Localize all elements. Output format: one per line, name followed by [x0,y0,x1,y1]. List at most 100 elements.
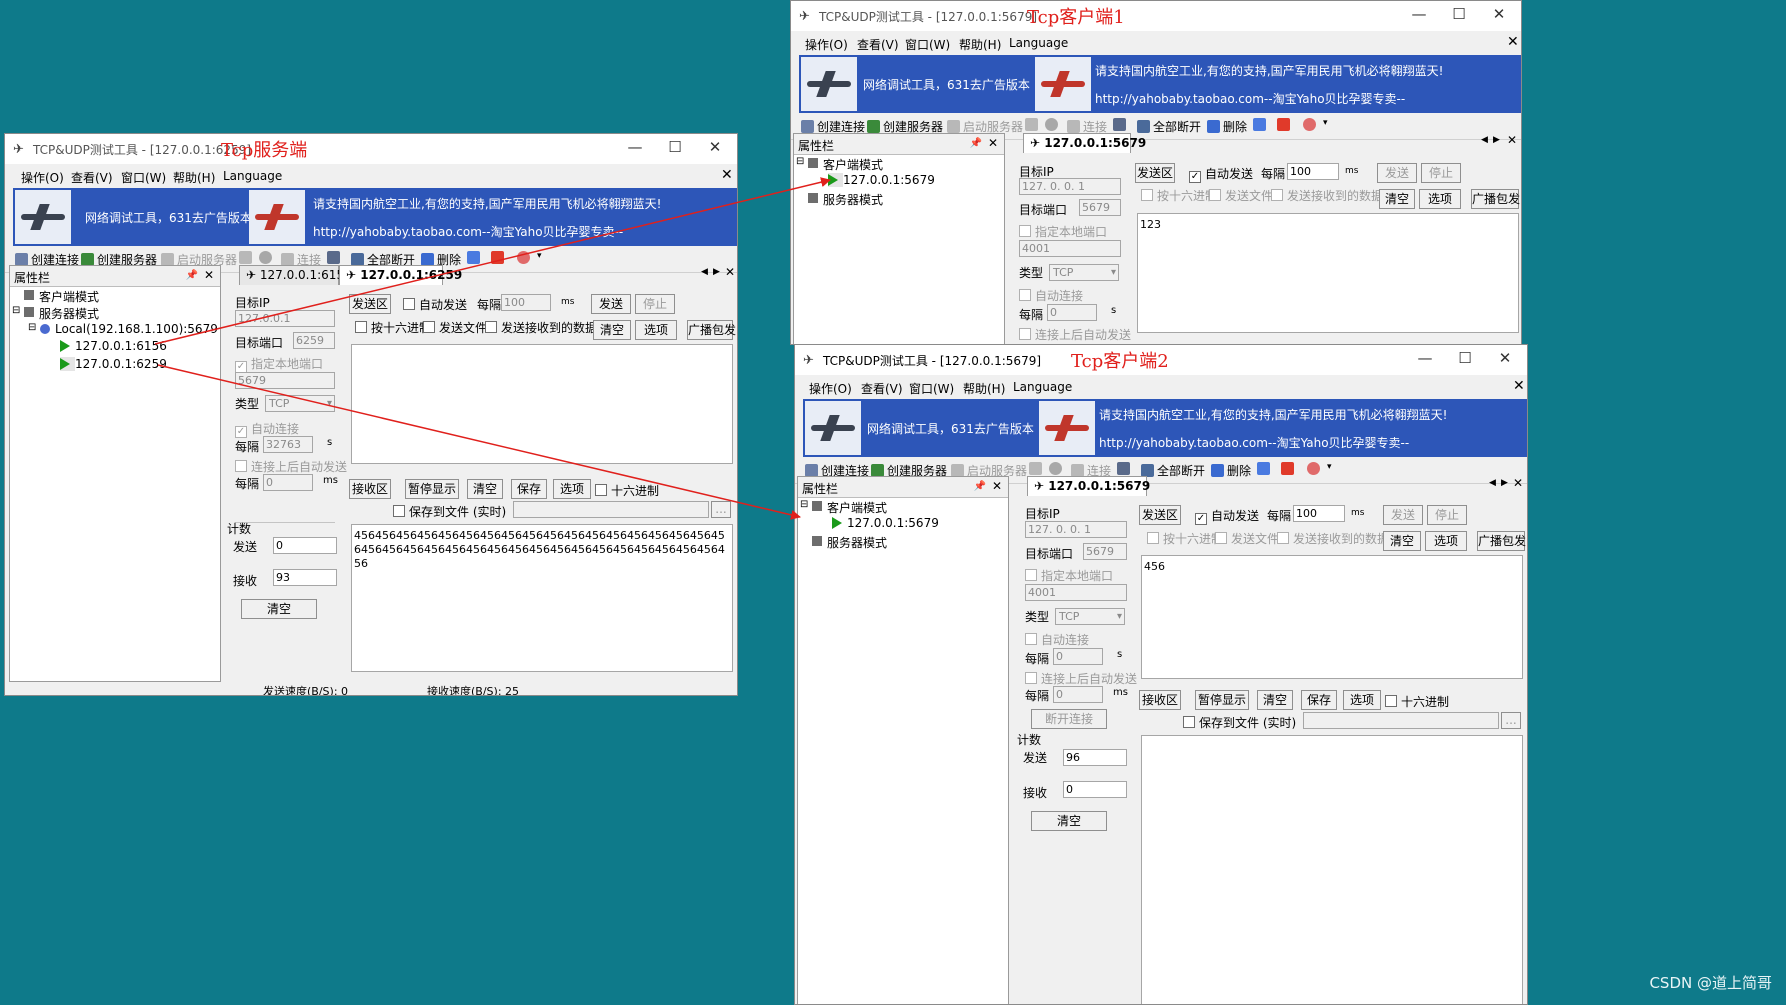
send-area-button[interactable]: 发送区 [349,294,391,314]
banner-url[interactable]: http://yahobaby.taobao.com--淘宝Yaho贝比孕婴专卖… [1099,434,1409,451]
maximize-button[interactable]: ☐ [1439,5,1479,23]
minimize-button[interactable]: — [1399,5,1439,23]
network-icon[interactable] [1257,462,1273,476]
disconnect-icon[interactable] [1113,118,1129,132]
tab-close-icon[interactable]: ✕ [1513,476,1523,490]
tab-scroll-left-icon[interactable]: ◀ [1489,478,1496,488]
local-port-checkbox[interactable]: ✓ 指定本地端口 [235,355,323,373]
pin-icon[interactable]: 📌 [970,138,982,149]
menu-operate[interactable]: 操作(O) [805,36,848,53]
recv-area-button[interactable]: 接收区 [1139,690,1181,710]
tab-close-icon[interactable]: ✕ [725,265,735,279]
reconnect-interval-field[interactable]: 0 [1053,648,1103,665]
mdi-close-icon[interactable]: ✕ [721,167,733,183]
send-options-button[interactable]: 选项 [635,320,677,340]
client2-titlebar[interactable]: ✈ TCP&UDP测试工具 - [127.0.0.1:5679] Tcp客户端2… [795,345,1527,375]
send-button[interactable]: 发送 [591,294,631,314]
tree-server-mode[interactable]: 服务器模式 [812,534,887,550]
reconnect-interval-field[interactable]: 32763 [263,436,313,453]
auto-connect-checkbox[interactable]: 自动连接 [1019,287,1083,304]
disconnect-button[interactable]: 断开连接 [1031,709,1107,729]
send-interval-field[interactable]: 100 [501,294,551,311]
send-file-checkbox[interactable]: 发送文件 [1209,187,1273,204]
browse-button[interactable]: ... [1501,712,1521,729]
props-close-icon[interactable]: ✕ [204,268,214,282]
target-ip-field[interactable]: 127. 0. 0. 1 [1019,178,1121,195]
local-port-checkbox[interactable]: 指定本地端口 [1025,567,1113,584]
send-received-checkbox[interactable]: 发送接收到的数据 [1271,187,1383,204]
menu-language[interactable]: Language [1013,380,1072,394]
send-text-area[interactable]: 123 [1137,213,1519,333]
disconnect-icon[interactable] [327,251,343,265]
hex-display-checkbox[interactable]: 十六进制 [1385,693,1449,710]
target-ip-field[interactable]: 127.0.0.1 [235,310,335,327]
menu-operate[interactable]: 操作(O) [21,169,64,186]
collapse-icon[interactable]: ⊟ [12,305,20,316]
close-button[interactable]: ✕ [695,138,735,156]
hex-send-checkbox[interactable]: 按十六进制 [1141,187,1217,204]
props-close-icon[interactable]: ✕ [988,136,998,150]
stop-button[interactable]: 停止 [1421,163,1461,183]
tree-client-item[interactable]: 127.0.0.1:5679 [828,173,935,187]
clear-count-button[interactable]: 清空 [241,599,317,619]
toolbar-overflow-icon[interactable]: ▾ [1323,118,1328,128]
save-to-file-checkbox[interactable]: 保存到文件 (实时) [393,503,506,520]
sent-count-field[interactable]: 0 [273,537,337,554]
refresh-icon[interactable] [1303,118,1319,132]
tree-client-mode[interactable]: 客户端模式 [24,288,99,304]
tab-scroll-left-icon[interactable]: ◀ [701,267,708,277]
broadcast-button[interactable]: 广播包发 [1477,531,1526,551]
stop-button[interactable]: 停止 [1427,505,1467,525]
menu-operate[interactable]: 操作(O) [809,380,852,397]
toolbar-overflow-icon[interactable]: ▾ [1327,462,1332,472]
tab-conn-2[interactable]: ✈ 127.0.0.1:6259 [339,265,462,285]
menu-view[interactable]: 查看(V) [71,169,113,186]
recv-count-field[interactable]: 93 [273,569,337,586]
props-close-icon[interactable]: ✕ [992,479,1002,493]
pin-icon[interactable]: 📌 [186,270,198,281]
menu-window[interactable]: 窗口(W) [905,36,950,53]
browse-button[interactable]: ... [711,501,731,518]
broadcast-button[interactable]: 广播包发 [1471,189,1520,209]
clear-send-button[interactable]: 清空 [1379,189,1415,209]
close-button[interactable]: ✕ [1479,5,1519,23]
tree-client-item[interactable]: 127.0.0.1:6156 [60,339,167,353]
tree-server-mode[interactable]: 服务器模式 [24,305,99,321]
tree-client-mode[interactable]: 客户端模式 [812,499,887,515]
auto-send-after-connect-checkbox[interactable]: 连接上后自动发送 [235,458,347,475]
auto-send-interval-field[interactable]: 0 [1053,686,1103,703]
save-path-field[interactable] [513,501,709,518]
maximize-button[interactable]: ☐ [1445,349,1485,367]
stop-server-icon[interactable] [239,251,255,265]
tab-scroll-left-icon[interactable]: ◀ [1481,135,1488,145]
menu-window[interactable]: 窗口(W) [909,380,954,397]
clear-recv-button[interactable]: 清空 [467,479,503,499]
settings-icon[interactable] [1045,118,1061,132]
save-to-file-checkbox[interactable]: 保存到文件 (实时) [1183,714,1296,731]
send-options-button[interactable]: 选项 [1419,189,1461,209]
local-port-field[interactable]: 4001 [1019,240,1121,257]
tab-scroll-right-icon[interactable]: ▶ [1501,478,1508,488]
mdi-close-icon[interactable]: ✕ [1513,378,1525,394]
auto-send-interval-field[interactable]: 0 [263,474,313,491]
auto-send-after-connect-checkbox[interactable]: 连接上后自动发送 [1025,670,1137,687]
tab-scroll-right-icon[interactable]: ▶ [713,267,720,277]
menu-view[interactable]: 查看(V) [861,380,903,397]
sent-count-field[interactable]: 96 [1063,749,1127,766]
minimize-button[interactable]: — [615,138,655,156]
menu-language[interactable]: Language [1009,36,1068,50]
tab-conn[interactable]: ✈ 127.0.0.1:5679 [1023,133,1146,153]
auto-send-after-connect-checkbox[interactable]: 连接上后自动发送 [1019,326,1131,343]
banner-url[interactable]: http://yahobaby.taobao.com--淘宝Yaho贝比孕婴专卖… [313,223,623,240]
recv-options-button[interactable]: 选项 [553,479,591,499]
recv-options-button[interactable]: 选项 [1343,690,1381,710]
network-icon[interactable] [1253,118,1269,132]
clear-recv-button[interactable]: 清空 [1257,690,1293,710]
tree-server-mode[interactable]: 服务器模式 [808,191,883,207]
target-port-field[interactable]: 5679 [1079,199,1121,216]
menu-language[interactable]: Language [223,169,282,183]
collapse-icon[interactable]: ⊟ [796,156,804,167]
clear-count-button[interactable]: 清空 [1031,811,1107,831]
send-text-area[interactable]: 456 [1141,555,1523,679]
tab-conn-1[interactable]: ✈ 127.0.0.1:6156 [239,265,352,285]
